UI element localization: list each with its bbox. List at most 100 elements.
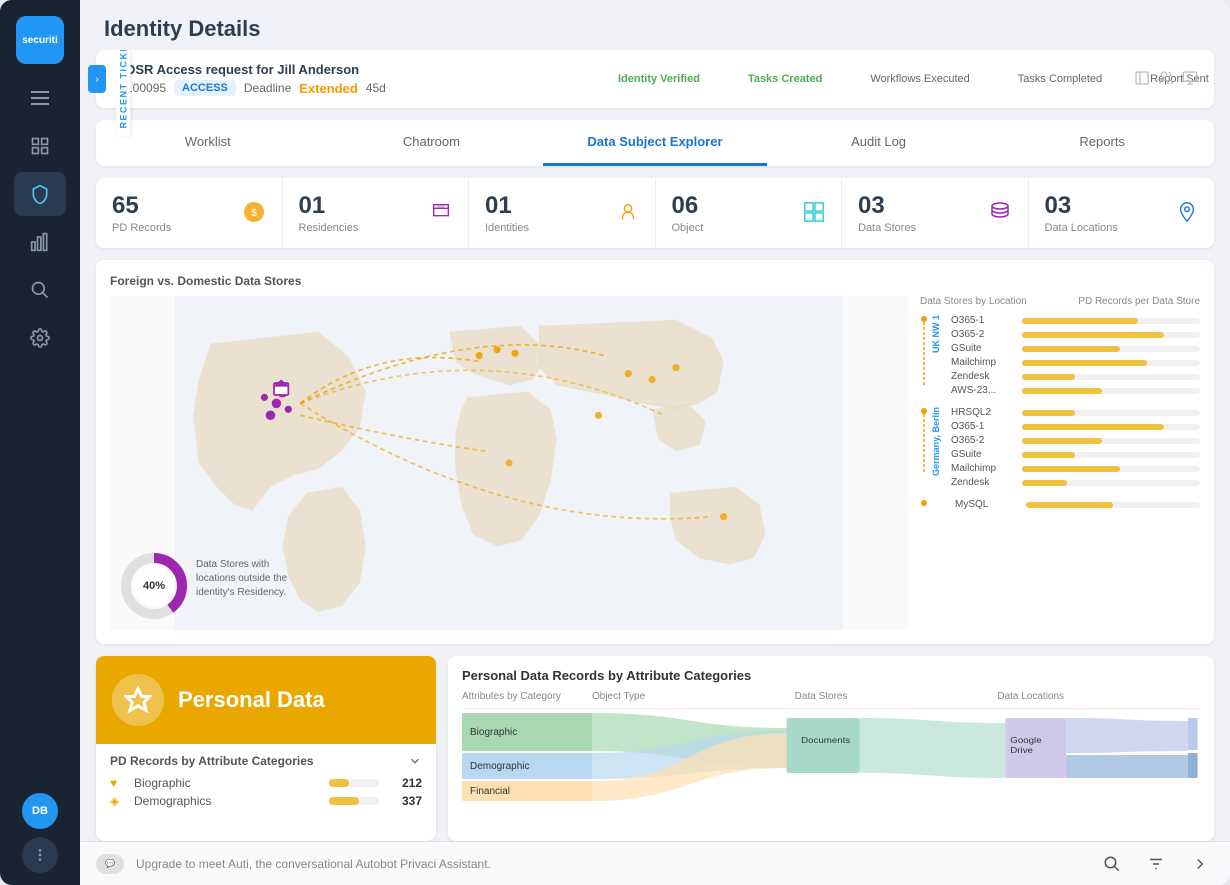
stat-data-stores-icon bbox=[988, 200, 1012, 227]
ticket-action-icons bbox=[1134, 70, 1198, 89]
sankey-biographic: Biographic bbox=[462, 713, 592, 751]
sankey-attributes: Biographic Demographic Financial bbox=[462, 713, 592, 813]
ticket-icon-2[interactable] bbox=[1158, 70, 1174, 89]
sidebar: securiti DB bbox=[0, 0, 80, 885]
sidebar-item-home[interactable] bbox=[14, 124, 66, 168]
stat-data-locations-content: 03 Data Locations bbox=[1045, 192, 1118, 234]
tab-reports[interactable]: Reports bbox=[990, 120, 1214, 166]
ticket-deadline-status: Extended bbox=[299, 81, 358, 96]
pd-chart-col-attributes: Attributes by Category bbox=[462, 691, 592, 702]
stat-data-stores-number: 03 bbox=[858, 192, 916, 220]
hamburger-menu[interactable] bbox=[0, 80, 80, 116]
legend-row-o365-2-de: O365-2 bbox=[951, 435, 1200, 446]
ticket-deadline-days: 45d bbox=[366, 81, 386, 95]
pd-chart-title: Personal Data Records by Attribute Categ… bbox=[462, 668, 1200, 683]
pd-chart-panel: Personal Data Records by Attribute Categ… bbox=[448, 656, 1214, 841]
sankey-svg: Documents Google Drive bbox=[592, 713, 1200, 813]
ticket-banner: › DSR Access request for Jill Anderson 1… bbox=[96, 50, 1214, 108]
svg-text:Drive: Drive bbox=[1010, 746, 1033, 755]
map-visual: 40% Data Stores with locations outside t… bbox=[110, 296, 908, 630]
legend-bar-gsuite bbox=[1022, 346, 1120, 352]
region-germany-rows: HRSQL2 O365-1 O365-2 bbox=[951, 407, 1200, 491]
pd-record-bar-biographic bbox=[329, 779, 379, 787]
stat-object-number: 06 bbox=[672, 192, 704, 220]
sidebar-item-analytics[interactable] bbox=[14, 220, 66, 264]
stat-residencies-content: 01 Residencies bbox=[299, 192, 359, 234]
ticket-deadline-label: Deadline bbox=[244, 81, 291, 95]
region-uk-nw1: UK NW 1 O365-1 O365-2 bbox=[920, 315, 1200, 399]
main-content: Identity Details › DSR Access request fo… bbox=[80, 0, 1230, 885]
filter-icon-bottom[interactable] bbox=[1142, 850, 1170, 878]
header: Identity Details bbox=[80, 0, 1230, 50]
search-icon-bottom[interactable] bbox=[1098, 850, 1126, 878]
legend-bar-aws bbox=[1022, 388, 1102, 394]
donut-percent: 40% bbox=[143, 580, 165, 592]
tab-chatroom[interactable]: Chatroom bbox=[320, 120, 544, 166]
legend-row-mailchimp: Mailchimp bbox=[951, 357, 1200, 368]
map-content: 40% Data Stores with locations outside t… bbox=[110, 296, 1200, 630]
map-title: Foreign vs. Domestic Data Stores bbox=[110, 274, 1200, 288]
pd-records-title: PD Records by Attribute Categories bbox=[110, 754, 314, 768]
ticket-icon-1[interactable] bbox=[1134, 70, 1150, 89]
region-label-mysql-empty bbox=[931, 499, 945, 509]
stat-object-label: Object bbox=[672, 222, 704, 234]
ticket-icon-3[interactable] bbox=[1182, 70, 1198, 89]
stat-pd-records-number: 65 bbox=[112, 192, 171, 220]
step-workflows: Workflows Executed bbox=[870, 73, 969, 85]
legend-col1-header: Data Stores by Location bbox=[920, 296, 1027, 307]
region-germany-berlin: Germany, Berlin HRSQL2 O365-1 bbox=[920, 407, 1200, 491]
legend-bar-mailchimp-de bbox=[1022, 466, 1120, 472]
sankey-financial: Financial bbox=[462, 781, 592, 801]
dropdown-chevron-icon[interactable] bbox=[408, 754, 422, 768]
tab-audit-log[interactable]: Audit Log bbox=[767, 120, 991, 166]
pd-chart-col-object: Object Type bbox=[592, 691, 795, 702]
sidebar-item-shield[interactable] bbox=[14, 172, 66, 216]
donut-chart: 40% bbox=[120, 552, 188, 620]
stat-pd-icon: $ bbox=[242, 200, 266, 227]
pd-record-label-demographics: Demographics bbox=[134, 794, 321, 808]
stat-pd-records-label: PD Records bbox=[112, 222, 171, 234]
stat-residencies-icon bbox=[430, 201, 452, 226]
legend-bar-o365-2 bbox=[1022, 332, 1164, 338]
logo-box: securiti bbox=[16, 16, 64, 64]
region-label-uknw1: UK NW 1 bbox=[931, 315, 941, 353]
stats-row: 65 PD Records $ 01 Residencies bbox=[96, 178, 1214, 248]
legend-row-gsuite: GSuite bbox=[951, 343, 1200, 354]
ticket-expand-btn[interactable]: › bbox=[88, 65, 106, 93]
pd-record-count-biographic: 212 bbox=[387, 776, 422, 790]
sankey-chart: Biographic Demographic Financial bbox=[462, 713, 1200, 813]
sidebar-item-settings[interactable] bbox=[14, 316, 66, 360]
sidebar-item-search[interactable] bbox=[14, 268, 66, 312]
stat-identities-label: Identities bbox=[485, 222, 529, 234]
region-mysql-rows: MySQL bbox=[955, 499, 1200, 513]
donut-caption: Data Stores with locations outside the i… bbox=[196, 558, 291, 600]
tab-data-subject-explorer[interactable]: Data Subject Explorer bbox=[543, 120, 767, 166]
legend-row-o365-1-de: O365-1 bbox=[951, 421, 1200, 432]
user-avatar[interactable]: DB bbox=[22, 793, 58, 829]
bottom-icons bbox=[1098, 850, 1214, 878]
logo-text: securiti bbox=[22, 35, 58, 46]
more-options[interactable] bbox=[22, 837, 58, 873]
svg-text:$: $ bbox=[251, 208, 257, 219]
stat-residencies-label: Residencies bbox=[299, 222, 359, 234]
legend-row-o365-2: O365-2 bbox=[951, 329, 1200, 340]
stat-object-icon bbox=[803, 201, 825, 226]
personal-data-panel: Personal Data PD Records by Attribute Ca… bbox=[96, 656, 436, 841]
svg-text:Google: Google bbox=[1010, 736, 1041, 745]
stat-data-stores: 03 Data Stores bbox=[842, 178, 1029, 248]
legend-row-zendesk: Zendesk bbox=[951, 371, 1200, 382]
ticket-title: DSR Access request for Jill Anderson bbox=[126, 62, 386, 77]
chat-bubble-icon: 💬 bbox=[96, 854, 124, 874]
legend-bar-gsuite-de bbox=[1022, 452, 1075, 458]
region-mysql: MySQL bbox=[920, 499, 1200, 513]
pd-record-icon-biographic: ♥ bbox=[110, 776, 126, 790]
pd-records-rows: ♥ Biographic 212 ◈ Demographics 337 bbox=[110, 776, 422, 808]
pd-chart-col-locations: Data Locations bbox=[997, 691, 1200, 702]
pd-record-bar-fill-demographics bbox=[329, 797, 359, 805]
arrow-icon-bottom[interactable] bbox=[1186, 850, 1214, 878]
pd-records-section: PD Records by Attribute Categories ♥ Bio… bbox=[96, 744, 436, 841]
lower-section: Foreign vs. Domestic Data Stores bbox=[96, 260, 1214, 644]
map-panel: Foreign vs. Domestic Data Stores bbox=[96, 260, 1214, 644]
stat-object-content: 06 Object bbox=[672, 192, 704, 234]
stat-data-locations-number: 03 bbox=[1045, 192, 1118, 220]
